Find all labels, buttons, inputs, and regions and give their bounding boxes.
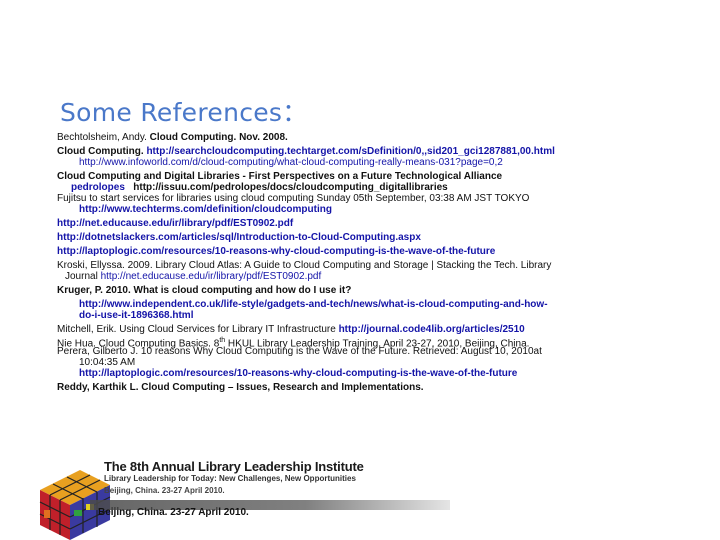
reference-item: Kroski, Ellyssa. 2009. Library Cloud Atl… [57,260,552,271]
ref-link[interactable]: do-i-use-it-1896368.html [79,310,193,321]
conference-banner: The 8th Annual Library Leadership Instit… [30,440,450,540]
reference-item: Cloud Computing. http://searchcloudcompu… [57,146,577,157]
ref-author: Reddy, Karthik L. [57,382,142,393]
ref-title: Cloud Computing. Nov. 2008. [149,132,288,143]
ref-link[interactable]: http://www.independent.co.uk/life-style/… [79,299,548,310]
ref-link[interactable]: http://searchcloudcomputing.techtarget.c… [146,146,554,157]
reference-item: Kruger, P. 2010. What is cloud computing… [57,285,352,296]
reference-item: Mitchell, Erik. Using Cloud Services for… [57,324,577,335]
reference-item: Fujitsu to start services for libraries … [57,193,530,204]
ref-link[interactable]: http://laptoplogic.com/resources/10-reas… [79,368,517,379]
slide-title: Some References： [60,98,308,127]
reference-item: 10:04:35 AM [79,357,136,368]
reference-item: Perera, Gilberto J. 10 reasons Why Cloud… [57,346,542,357]
ref-link[interactable]: pedrolopes [71,182,125,193]
ref-link[interactable]: http://www.infoworld.com/d/cloud-computi… [79,157,503,168]
reference-item: Bechtolsheim, Andy. Cloud Computing. Nov… [57,132,577,143]
banner-date: Beijing, China. 23-27 April 2010. [104,486,225,495]
reference-item: pedrolopes http://issuu.com/pedrolopes/d… [57,182,577,193]
ref-link[interactable]: http://net.educause.edu/ir/library/pdf/E… [57,218,577,229]
banner-date-footer: Beijing, China. 23-27 April 2010. [98,507,249,518]
ref-source: Journal [65,271,101,282]
ref-title: Cloud Computing – Issues, Research and I… [141,382,424,393]
ref-url: http://issuu.com/pedrolopes/docs/cloudco… [133,182,448,193]
reference-item: http://www.infoworld.com/d/cloud-computi… [57,157,577,168]
slide: Some References： Bechtolsheim, Andy. Clo… [0,0,720,540]
reference-list: Bechtolsheim, Andy. Cloud Computing. Nov… [57,132,577,393]
ref-link[interactable]: http://net.educause.edu/ir/library/pdf/E… [101,271,322,282]
ref-link[interactable]: http://laptoplogic.com/resources/10-reas… [57,246,577,257]
ref-link[interactable]: http://dotnetslackers.com/articles/sql/I… [57,232,577,243]
ref-link[interactable]: http://journal.code4lib.org/articles/251… [339,324,525,335]
ref-title: Mitchell, Erik. Using Cloud Services for… [57,324,339,335]
ref-link[interactable]: http://www.techterms.com/definition/clou… [79,204,332,215]
reference-item: http://www.techterms.com/definition/clou… [57,204,577,215]
banner-subtitle: Library Leadership for Today: New Challe… [104,474,356,483]
reference-item: Journal http://net.educause.edu/ir/libra… [57,271,577,282]
banner-title: The 8th Annual Library Leadership Instit… [104,459,364,474]
reference-item: http://www.independent.co.uk/life-style/… [57,299,577,310]
reference-item: Nie Hua. Cloud Computing Basics. 8th HKU… [57,335,577,349]
reference-item: http://laptoplogic.com/resources/10-reas… [57,368,577,379]
ref-title: Cloud Computing. [57,146,147,157]
reference-item: Cloud Computing and Digital Libraries - … [57,171,503,182]
reference-item: do-i-use-it-1896368.html [57,310,577,321]
reference-item: Reddy, Karthik L. Cloud Computing – Issu… [57,382,577,393]
ref-author: Bechtolsheim, Andy. [57,132,150,143]
